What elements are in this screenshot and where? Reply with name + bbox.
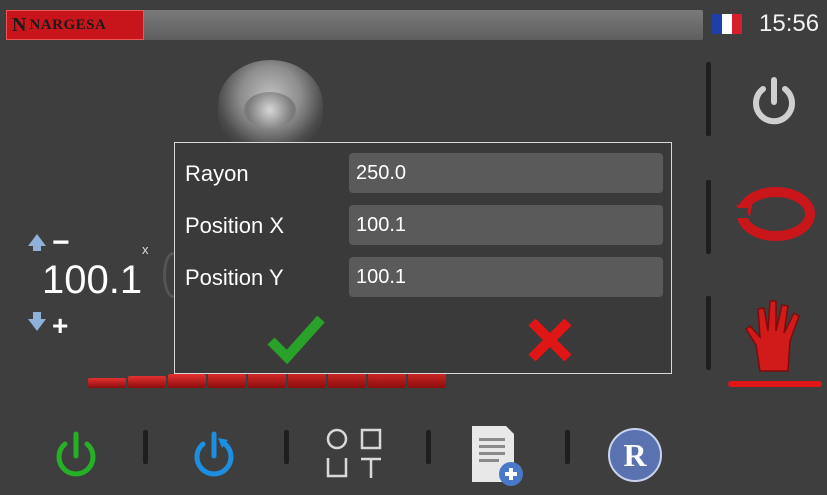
french-flag-icon[interactable] [712, 14, 742, 34]
position-dialog: Rayon Position X Position Y [174, 142, 672, 374]
separator [706, 296, 711, 370]
axis-label: x [142, 242, 149, 257]
brand-logo: N NARGESA [6, 10, 144, 40]
roller-hub [244, 92, 296, 128]
progress-segment [168, 374, 206, 388]
manual-mode-button[interactable] [740, 295, 810, 373]
decrease-arrow-icon[interactable] [28, 319, 46, 331]
brand-name: NARGESA [29, 16, 107, 33]
svg-text:R: R [623, 437, 647, 473]
power-on-icon [56, 431, 96, 477]
field-rayon: Rayon [175, 153, 671, 193]
field-label: Rayon [185, 161, 249, 186]
rotate-icon [734, 187, 815, 241]
progress-segment [128, 376, 166, 388]
power-cycle-button[interactable] [188, 426, 240, 482]
separator [706, 180, 711, 254]
new-document-button[interactable] [466, 424, 528, 488]
top-bar: N NARGESA 15:56 [0, 0, 827, 46]
cancel-button[interactable] [525, 315, 575, 365]
clock: 15:56 [759, 10, 820, 37]
power-icon [753, 77, 795, 125]
cross-icon [528, 318, 572, 362]
shapes-button[interactable] [320, 426, 392, 484]
progress-segment [88, 378, 126, 388]
field-label: Position Y [185, 265, 284, 290]
minus-button[interactable]: − [52, 228, 70, 258]
power-on-button[interactable] [50, 426, 102, 482]
manual-hand-icon [744, 300, 800, 372]
progress-segment [208, 372, 246, 388]
power-cycle-icon [194, 431, 234, 477]
plus-button[interactable]: + [52, 312, 68, 340]
separator [143, 430, 148, 464]
bottom-toolbar: R [0, 406, 827, 495]
separator [565, 430, 570, 464]
position-x-input[interactable] [349, 205, 663, 245]
new-document-icon [472, 426, 523, 486]
active-tab-underline [728, 381, 822, 387]
separator [426, 430, 431, 464]
field-label: Position X [185, 213, 285, 238]
brand-initial: N [12, 13, 27, 36]
increase-arrow-stem [33, 245, 41, 251]
rotate-button[interactable] [732, 182, 816, 246]
checkmark-icon [267, 315, 325, 365]
separator [284, 430, 289, 464]
position-value: 100.1 [42, 258, 143, 302]
rayon-input[interactable] [349, 153, 663, 193]
r-button[interactable]: R [606, 426, 664, 484]
power-button[interactable] [744, 72, 804, 132]
position-y-input[interactable] [349, 257, 663, 297]
separator [706, 62, 711, 136]
shapes-icon [326, 428, 382, 478]
confirm-button[interactable] [267, 313, 327, 365]
r-logo-icon: R [608, 428, 662, 482]
field-position-x: Position X [175, 205, 671, 245]
field-position-y: Position Y [175, 257, 671, 297]
